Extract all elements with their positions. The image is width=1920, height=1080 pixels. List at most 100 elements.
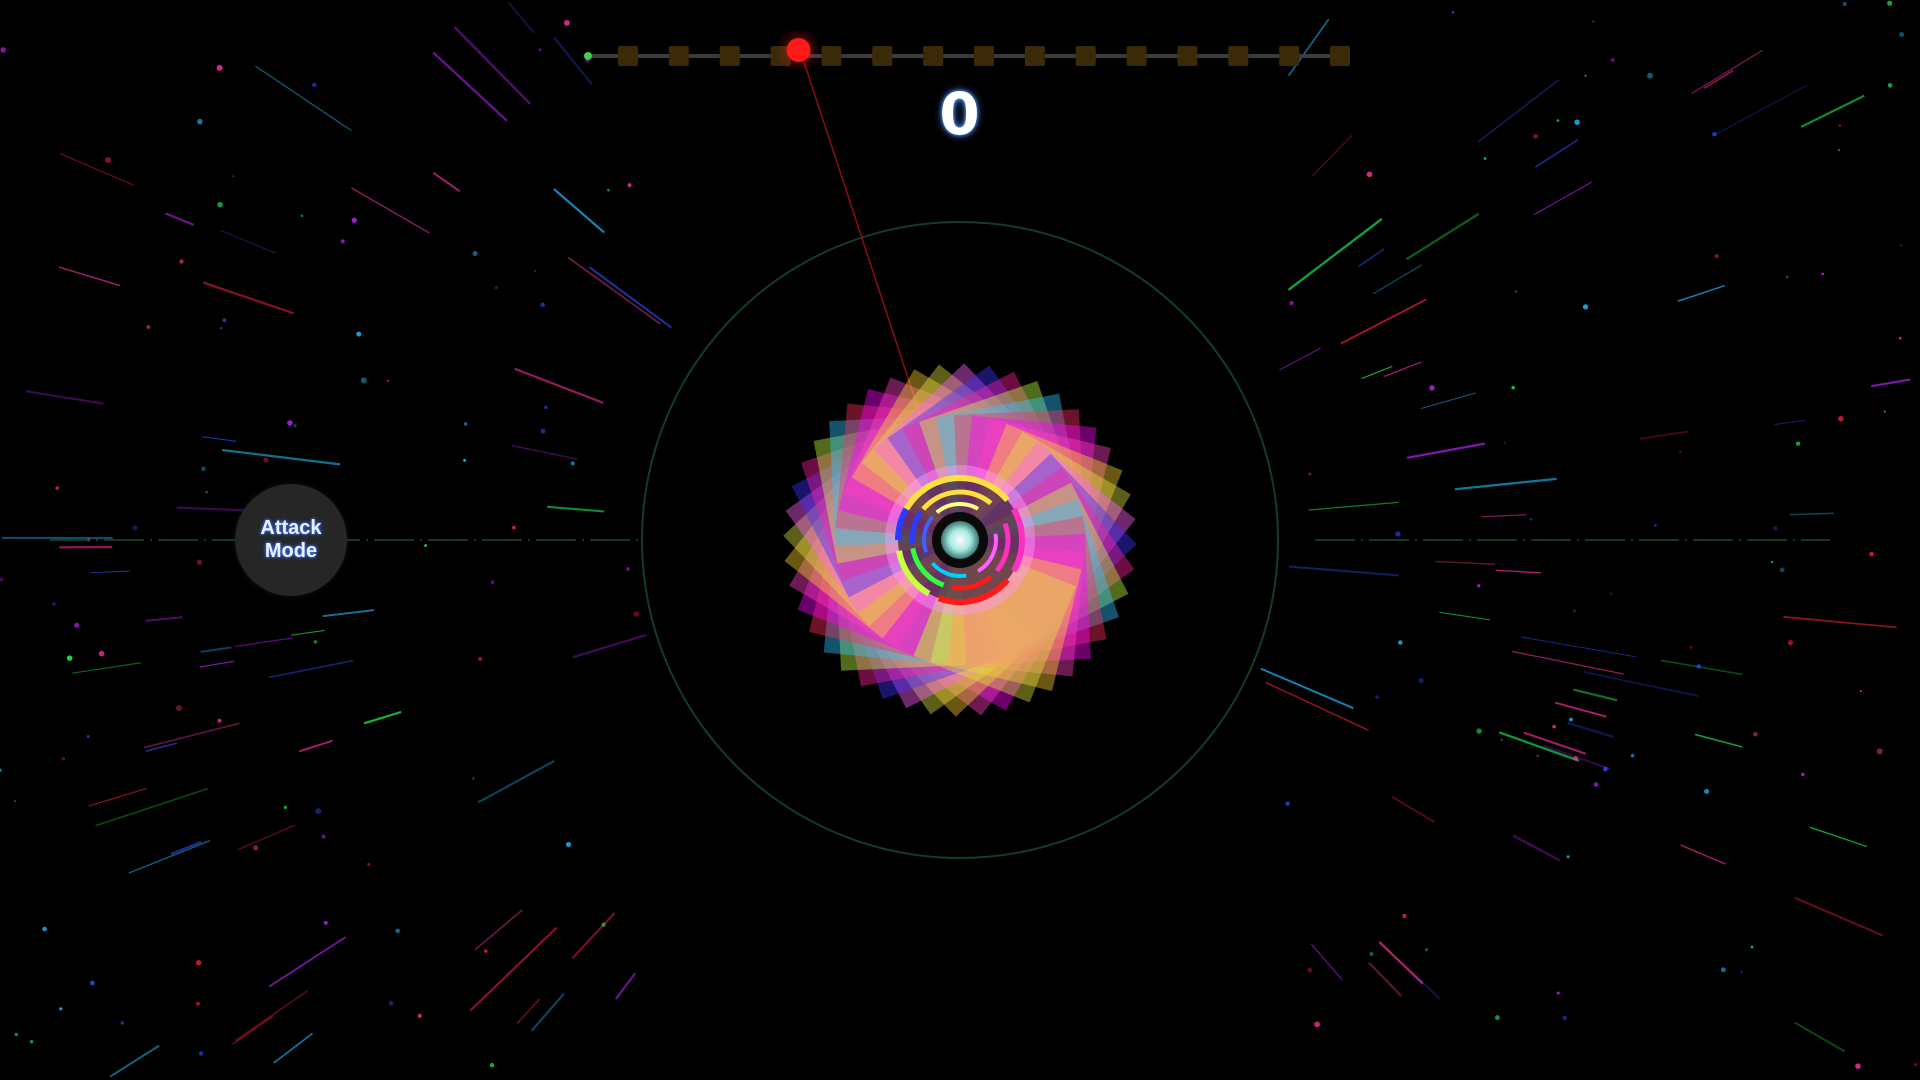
- background-streak: [1554, 701, 1607, 718]
- background-streak: [1533, 181, 1593, 216]
- background-particle: [1887, 0, 1893, 6]
- background-streak: [234, 990, 308, 1042]
- background-particle: [1429, 385, 1435, 391]
- background-particle: [1801, 772, 1805, 777]
- background-particle: [105, 157, 111, 163]
- background-particle: [538, 48, 542, 52]
- player-core: [941, 521, 979, 559]
- background-streak: [1774, 419, 1806, 426]
- background-streak: [1583, 671, 1700, 698]
- background-streak: [588, 266, 672, 329]
- background-streak: [1358, 248, 1385, 268]
- background-particle: [1753, 731, 1758, 737]
- background-particle: [512, 525, 516, 530]
- background-streak: [1439, 611, 1491, 621]
- background-particle: [1773, 526, 1778, 531]
- background-particle: [633, 611, 640, 617]
- background-particle: [1593, 782, 1599, 787]
- background-particle: [55, 486, 60, 490]
- background-particle: [386, 379, 390, 382]
- progress-checkpoint: [872, 46, 893, 66]
- background-streak: [547, 505, 605, 513]
- background-streak: [1694, 733, 1743, 748]
- background-particle: [146, 325, 151, 330]
- background-streak: [572, 633, 647, 659]
- background-streak: [1287, 217, 1383, 291]
- background-streak: [1660, 659, 1743, 676]
- background-particle: [472, 250, 478, 257]
- game-stage[interactable]: 0 Attack Mode: [0, 0, 1920, 1080]
- background-particle: [1837, 148, 1841, 152]
- background-streak: [202, 281, 294, 315]
- background-particle: [198, 1051, 204, 1056]
- background-particle: [388, 1000, 394, 1006]
- background-streak: [1481, 514, 1527, 518]
- background-streak: [234, 637, 294, 648]
- background-particle: [90, 980, 95, 986]
- background-particle: [1630, 753, 1635, 758]
- background-streak: [199, 660, 235, 668]
- background-streak: [1794, 1021, 1846, 1053]
- background-particle: [1714, 254, 1719, 259]
- background-particle: [86, 735, 90, 738]
- background-particle: [565, 841, 572, 848]
- background-streak: [143, 722, 240, 749]
- background-particle: [283, 805, 287, 809]
- background-particle: [1584, 74, 1587, 77]
- progress-checkpoint: [1126, 46, 1147, 66]
- background-particle: [356, 331, 362, 337]
- background-particle: [0, 577, 4, 582]
- background-particle: [424, 544, 428, 547]
- background-particle: [313, 640, 318, 644]
- background-particle: [1899, 244, 1903, 247]
- background-streak: [363, 710, 402, 725]
- background-streak: [567, 257, 661, 325]
- background-particle: [472, 777, 475, 780]
- background-streak: [1680, 844, 1726, 865]
- background-particle: [1591, 20, 1595, 23]
- background-particle: [1536, 754, 1539, 757]
- background-particle: [1289, 301, 1294, 306]
- background-streak: [1573, 688, 1618, 702]
- background-streak: [1279, 347, 1321, 371]
- background-particle: [534, 270, 537, 273]
- background-streak: [291, 629, 325, 636]
- background-particle: [1750, 945, 1754, 949]
- background-particle: [1704, 788, 1710, 795]
- attack-button-label-line1: Attack: [260, 517, 322, 539]
- background-particle: [1696, 664, 1702, 669]
- background-particle: [1573, 756, 1578, 761]
- progress-checkpoint: [1075, 46, 1096, 66]
- background-streak: [514, 367, 604, 404]
- background-particle: [42, 926, 47, 932]
- background-particle: [540, 302, 545, 308]
- background-particle: [1494, 1015, 1500, 1021]
- background-particle: [253, 845, 259, 851]
- background-particle: [321, 834, 326, 839]
- background-particle: [1795, 441, 1801, 446]
- background-particle: [287, 420, 293, 426]
- background-particle: [494, 286, 498, 290]
- background-particle: [1500, 738, 1503, 741]
- background-streak: [1391, 796, 1435, 823]
- background-streak: [165, 212, 195, 227]
- attack-mode-button[interactable]: Attack Mode: [235, 484, 347, 596]
- background-particle: [196, 559, 203, 565]
- background-particle: [1855, 1063, 1861, 1069]
- background-particle: [0, 47, 6, 53]
- background-streak: [469, 927, 558, 1012]
- background-particle: [195, 959, 202, 966]
- background-streak: [71, 662, 142, 674]
- background-particle: [351, 217, 357, 223]
- background-particle: [175, 705, 182, 712]
- background-streak: [95, 787, 209, 827]
- background-particle: [1582, 304, 1589, 310]
- background-particle: [1511, 385, 1515, 390]
- background-particle: [120, 1021, 125, 1025]
- background-particle: [1876, 748, 1883, 755]
- background-particle: [1451, 11, 1455, 14]
- background-streak: [1789, 512, 1834, 516]
- progress-checkpoint: [1279, 46, 1300, 66]
- background-streak: [1415, 975, 1441, 1000]
- background-streak: [571, 912, 616, 960]
